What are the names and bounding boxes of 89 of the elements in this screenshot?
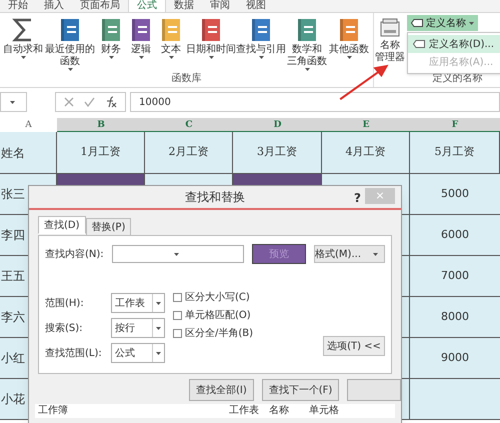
ribbon-button[interactable]: 日期和时间 [186, 16, 236, 72]
dropdown-caret-icon [156, 352, 161, 354]
dialog-tab[interactable]: 替换(P) [86, 218, 132, 236]
column-header[interactable]: E [322, 118, 410, 132]
name-tag-icon [411, 19, 423, 27]
dropdown-caret-icon [174, 252, 179, 256]
dropdown-caret-icon [10, 100, 14, 104]
ribbon-tab[interactable]: 开始 [0, 0, 36, 12]
option-select[interactable]: 按行 [111, 318, 165, 338]
function-book-icon [251, 18, 271, 42]
caret-icon [138, 56, 144, 59]
caret-icon [346, 56, 352, 59]
caret-icon [68, 68, 72, 71]
name-tag-icon [413, 40, 425, 48]
dialog-tab[interactable]: 查找(D) [38, 216, 86, 234]
ribbon-tab[interactable]: 数据 [166, 0, 202, 12]
ribbon-tab[interactable]: 公式 [128, 0, 166, 12]
enter-check-icon[interactable] [84, 97, 95, 107]
menu-item[interactable]: 定义名称(D)... [408, 35, 500, 53]
function-fx-icon[interactable] [105, 96, 117, 108]
table-header-cell: 2月工资 [145, 132, 233, 173]
option-select[interactable]: 工作表 [111, 293, 165, 313]
ribbon-button[interactable]: 文本 [156, 16, 186, 72]
name-manager-button[interactable]: 名称 管理器 [375, 16, 405, 72]
function-book-icon [339, 18, 359, 42]
dialog-button[interactable] [347, 379, 401, 401]
caret-icon [208, 56, 214, 59]
dialog-title: 查找和替换 [185, 189, 245, 206]
format-button[interactable]: 格式(M)... [314, 245, 385, 263]
ribbon-tab[interactable]: 插入 [36, 0, 72, 12]
help-button[interactable]: ? [354, 189, 361, 207]
caret-icon [304, 68, 310, 71]
table-header-cell: 5月工资 [410, 132, 500, 173]
ribbon-button[interactable]: 财务 [96, 16, 126, 72]
column-header[interactable]: A [0, 118, 57, 132]
table-cell: 9000 [410, 338, 500, 378]
checkbox-label: 区分大小写(C) [185, 290, 250, 305]
cancel-icon[interactable] [64, 97, 74, 107]
checkbox-label: 单元格匹配(O) [185, 308, 251, 323]
column-header[interactable]: B [57, 118, 145, 132]
checkbox[interactable] [173, 329, 182, 338]
function-book-icon [101, 18, 121, 42]
function-book-icon [297, 18, 317, 42]
column-header[interactable]: C [145, 118, 233, 132]
result-column-header: 名称 [269, 405, 290, 417]
checkbox-label: 区分全/半角(B) [185, 326, 254, 341]
checkbox[interactable] [173, 311, 182, 320]
sigma-icon [12, 17, 34, 43]
table-cell: 7000 [410, 256, 500, 296]
column-header[interactable]: F [410, 118, 500, 132]
function-book-icon [161, 18, 181, 42]
name-box[interactable] [0, 92, 27, 112]
caret-icon [108, 56, 114, 59]
dropdown-caret-icon [156, 302, 161, 304]
find-input[interactable] [112, 245, 244, 263]
ribbon-button[interactable]: 最近使用的 函数 [44, 16, 96, 72]
result-column-header: 工作表 [229, 405, 260, 417]
ribbon-tab[interactable]: 页面布局 [72, 0, 128, 12]
option-select[interactable]: 公式 [111, 343, 165, 363]
table-cell: 6000 [410, 215, 500, 255]
result-column-header: 单元格 [309, 405, 340, 417]
table-header-cell: 姓名 [0, 132, 57, 173]
function-book-icon [60, 18, 80, 42]
caret-icon [168, 56, 174, 59]
group-label: 函数库 [170, 72, 202, 85]
dropdown-caret-icon [156, 326, 161, 330]
table-cell: 5000 [410, 174, 500, 214]
caret-icon [20, 56, 26, 59]
caret-icon [469, 22, 474, 24]
checkbox[interactable] [173, 293, 182, 302]
ribbon-button[interactable]: 逻辑 [126, 16, 156, 72]
options-button[interactable]: 选项(T) << [323, 336, 385, 356]
define-name-button[interactable]: 定义名称 [407, 15, 478, 31]
ribbon-button[interactable]: 数学和 三角函数 [286, 16, 328, 72]
formula-input[interactable]: 10000 [130, 92, 500, 112]
table-cell: 8000 [410, 297, 500, 337]
function-book-icon [201, 18, 221, 42]
table-header-cell: 4月工资 [322, 132, 410, 173]
table-header-cell: 1月工资 [57, 132, 145, 173]
ribbon-tab[interactable]: 视图 [238, 0, 274, 12]
ribbon-button[interactable]: 查找与引用 [236, 16, 286, 72]
function-book-icon [131, 18, 151, 42]
ribbon-button[interactable]: 自动求和 [2, 16, 44, 72]
table-header-cell: 3月工资 [233, 132, 322, 173]
caret-icon [258, 56, 264, 59]
dialog-button[interactable]: 查找全部(I) [189, 379, 254, 401]
dialog-button[interactable]: 查找下一个(F) [262, 379, 340, 401]
column-header[interactable]: D [233, 118, 322, 132]
ribbon-button[interactable]: 其他函数 [328, 16, 370, 72]
